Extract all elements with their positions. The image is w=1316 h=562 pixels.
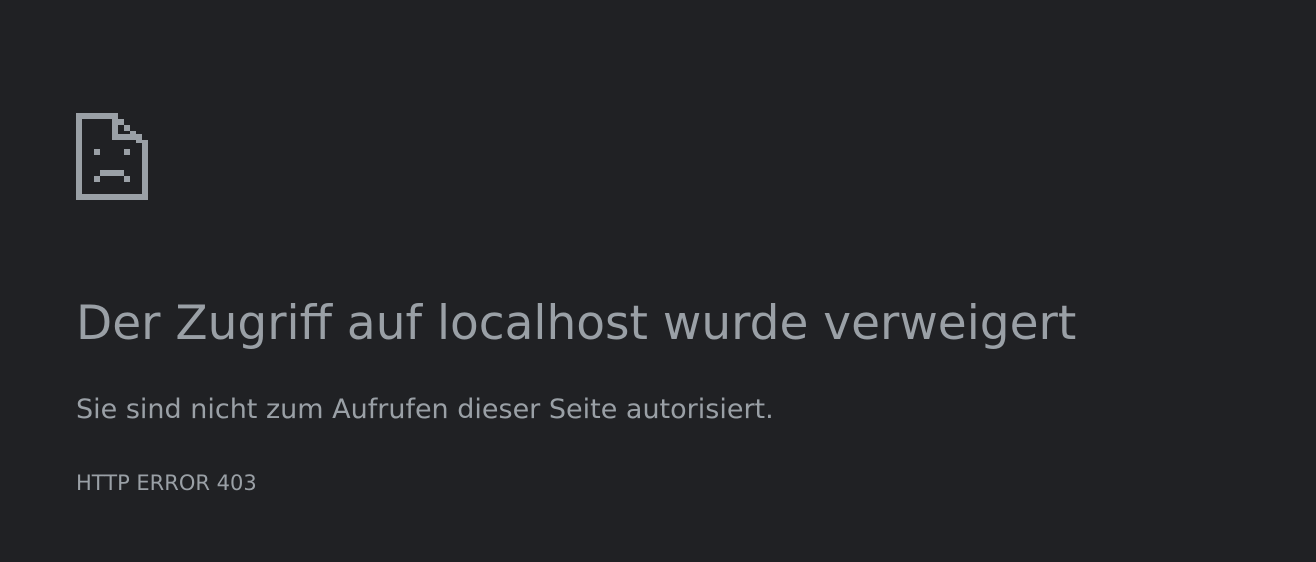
error-message: Sie sind nicht zum Aufrufen dieser Seite… (76, 394, 774, 425)
sad-document-icon (76, 113, 148, 200)
error-title: Der Zugriff auf localhost wurde verweige… (76, 296, 1077, 351)
error-code: HTTP ERROR 403 (76, 471, 257, 495)
